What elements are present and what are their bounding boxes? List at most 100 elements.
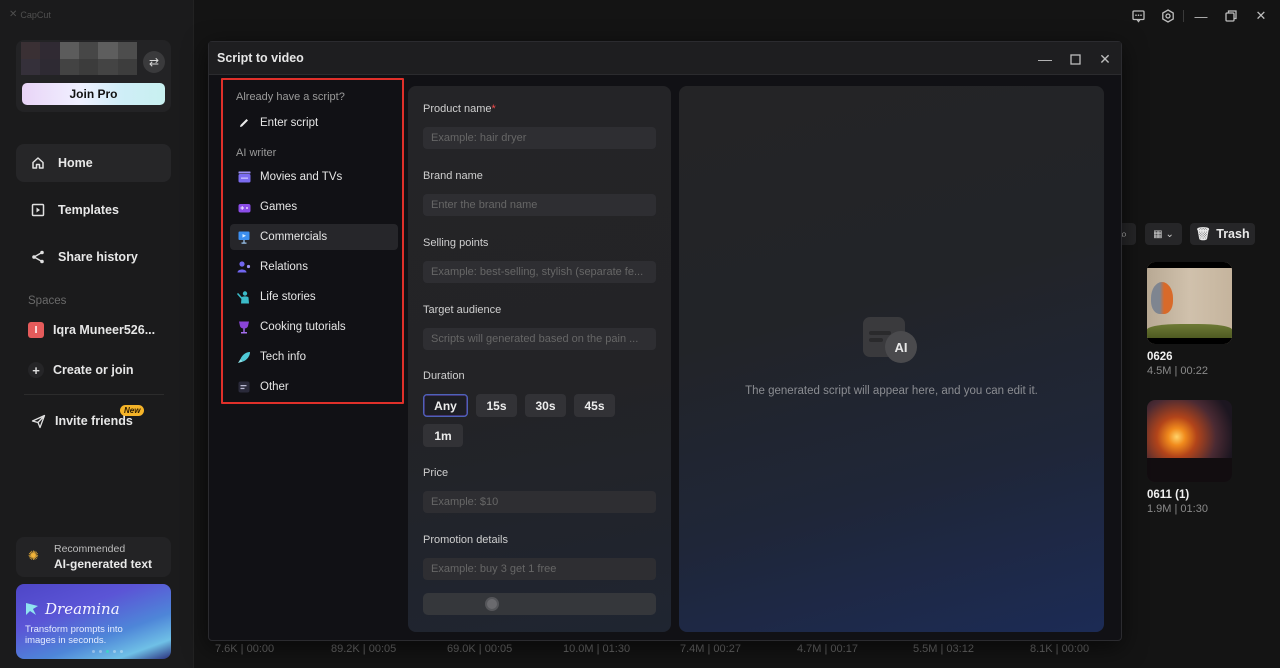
pencil-icon	[237, 116, 251, 130]
invite-friends-label: Invite friends	[55, 414, 133, 428]
invite-friends-button[interactable]: Invite friends	[30, 413, 133, 429]
category-games[interactable]: Games	[230, 194, 398, 220]
target-audience-input[interactable]	[423, 328, 656, 350]
carousel-dot[interactable]	[92, 650, 95, 653]
selling-points-input[interactable]	[423, 261, 656, 283]
dreamina-subtitle: Transform prompts into images in seconds…	[25, 624, 123, 646]
trash-button[interactable]: 🗑︎ Trash	[1190, 223, 1255, 245]
media-item[interactable]: 0611 (1) 1.9M | 01:30	[1147, 400, 1232, 515]
media-meta: 69.0K | 00:05	[447, 643, 513, 655]
dialog-header[interactable]: Script to video — ✕	[209, 42, 1121, 75]
media-meta: 4.7M | 00:17	[797, 643, 858, 655]
capcut-app: ✕ CapCut ⇄ Join Pro Home Templates Share…	[0, 0, 1280, 668]
category-label: Games	[260, 201, 298, 213]
loading-spinner-icon	[485, 597, 499, 611]
chevron-down-icon: ⌄	[1165, 228, 1174, 240]
new-badge: New	[120, 405, 145, 416]
settings-icon[interactable]	[1159, 7, 1177, 25]
dreamina-logo-icon	[26, 603, 38, 615]
sidebar-item-share-history[interactable]: Share history	[16, 238, 171, 276]
brand-name-input[interactable]	[423, 194, 656, 216]
target-audience-label: Target audience	[423, 304, 502, 316]
dialog-title: Script to video	[217, 51, 304, 65]
join-pro-button[interactable]: Join Pro	[22, 83, 165, 105]
minimize-icon[interactable]: —	[1192, 7, 1210, 25]
sidebar-item-templates[interactable]: Templates	[16, 191, 171, 229]
price-input[interactable]	[423, 491, 656, 513]
media-meta: 4.5M | 00:22	[1147, 365, 1208, 377]
duration-option-15s[interactable]: 15s	[476, 394, 517, 417]
carousel-dot[interactable]	[99, 650, 102, 653]
script-to-video-dialog: Script to video — ✕ Already have a scrip…	[208, 41, 1122, 641]
generated-script-panel[interactable]: AI The generated script will appear here…	[679, 86, 1104, 632]
required-mark: *	[491, 103, 496, 115]
media-meta: 1.9M | 01:30	[1147, 503, 1208, 515]
duration-option-30s[interactable]: 30s	[525, 394, 566, 417]
sidebar-item-label: Share history	[58, 250, 138, 264]
sidebar-item-label: Home	[58, 156, 93, 170]
media-meta: 89.2K | 00:05	[331, 643, 397, 655]
dialog-minimize-icon[interactable]: —	[1036, 50, 1054, 68]
carousel-dot[interactable]	[120, 650, 123, 653]
category-cooking-tutorials[interactable]: Cooking tutorials	[230, 314, 398, 340]
dialog-close-icon[interactable]: ✕	[1096, 50, 1114, 68]
media-title: 0626	[1147, 351, 1173, 363]
media-meta: 5.5M | 03:12	[913, 643, 974, 655]
category-commercials[interactable]: Commercials	[230, 224, 398, 250]
brand-name-label: Brand name	[423, 170, 483, 182]
category-movies-and-tvs[interactable]: Movies and TVs	[230, 164, 398, 190]
sidebar-item-home[interactable]: Home	[16, 144, 171, 182]
media-thumbnail[interactable]	[1147, 400, 1232, 482]
spaces-label: Spaces	[28, 295, 67, 307]
duration-option-1m[interactable]: 1m	[423, 424, 463, 447]
people-icon	[237, 260, 251, 274]
category-life-stories[interactable]: Life stories	[230, 284, 398, 310]
ai-script-icon: AI	[863, 317, 919, 365]
carousel-dot-active[interactable]	[106, 650, 109, 653]
capcut-logo-icon: ✕	[9, 9, 18, 20]
already-have-script-label: Already have a script?	[236, 91, 345, 103]
product-name-input[interactable]	[423, 127, 656, 149]
category-other[interactable]: Other	[230, 374, 398, 400]
generate-script-button[interactable]	[423, 593, 656, 615]
sidebar-divider	[24, 394, 164, 395]
category-label: Other	[260, 381, 289, 393]
avatar[interactable]	[21, 42, 137, 75]
duration-option-45s[interactable]: 45s	[574, 394, 615, 417]
enter-script-item[interactable]: Enter script	[230, 110, 398, 136]
category-tech-info[interactable]: Tech info	[230, 344, 398, 370]
recommended-title: AI-generated text	[54, 557, 153, 571]
note-icon	[237, 380, 251, 394]
restore-icon[interactable]	[1222, 7, 1240, 25]
dialog-maximize-icon[interactable]	[1066, 50, 1084, 68]
templates-icon	[30, 202, 46, 218]
duration-option-any[interactable]: Any	[423, 394, 468, 417]
dreamina-promo-card[interactable]: Dreamina Transform prompts into images i…	[16, 584, 171, 659]
app-name: CapCut	[20, 9, 51, 20]
share-icon	[30, 249, 46, 265]
script-category-panel: Already have a script? Enter script AI w…	[221, 78, 404, 404]
category-label: Relations	[260, 261, 308, 273]
enter-script-label: Enter script	[260, 117, 319, 129]
close-icon[interactable]: ✕	[1252, 7, 1270, 25]
duration-label: Duration	[423, 370, 465, 382]
recommended-card[interactable]: ✺ Recommended AI-generated text	[16, 537, 171, 577]
profile-card: ⇄ Join Pro	[16, 40, 171, 112]
billboard-icon	[237, 230, 251, 244]
goblet-icon	[237, 320, 251, 334]
recommended-label: Recommended	[54, 543, 126, 555]
ai-badge: AI	[885, 331, 917, 363]
movie-clapper-icon	[237, 170, 251, 184]
carousel-dots[interactable]	[92, 650, 123, 653]
rocket-icon	[237, 350, 251, 364]
create-or-join-button[interactable]: + Create or join	[28, 362, 134, 378]
category-relations[interactable]: Relations	[230, 254, 398, 280]
view-mode-dropdown[interactable]: ▦ ⌄	[1145, 223, 1182, 245]
carousel-dot[interactable]	[113, 650, 116, 653]
swap-arrows-icon[interactable]: ⇄	[143, 51, 165, 73]
media-thumbnail[interactable]	[1147, 262, 1232, 344]
feedback-icon[interactable]	[1129, 7, 1147, 25]
media-item[interactable]: 0626 4.5M | 00:22	[1147, 262, 1232, 377]
space-item[interactable]: I Iqra Muneer526...	[28, 322, 155, 338]
promotion-details-input[interactable]	[423, 558, 656, 580]
